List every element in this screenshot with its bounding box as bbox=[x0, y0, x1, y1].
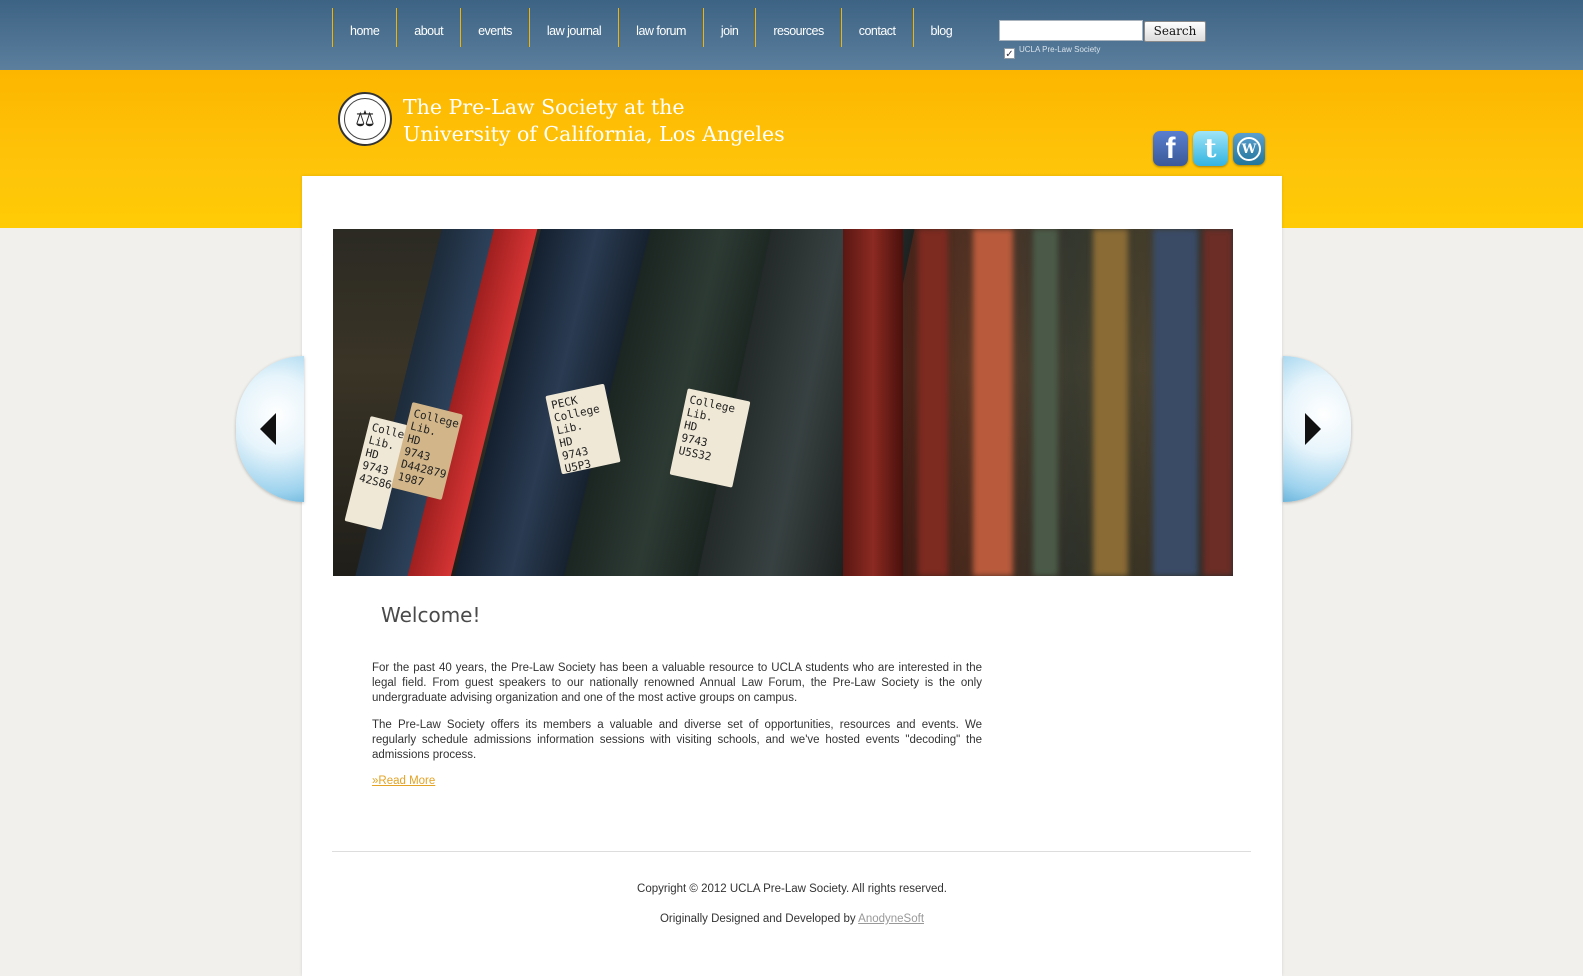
nav-item-join[interactable]: join bbox=[702, 8, 755, 47]
search-button[interactable]: Search bbox=[1144, 21, 1206, 42]
arrow-right-icon bbox=[1305, 413, 1321, 445]
background-book bbox=[918, 229, 948, 576]
site-search-label: UCLA Pre-Law Society bbox=[1019, 45, 1101, 54]
shelf-edge bbox=[843, 229, 903, 576]
background-book bbox=[1033, 229, 1058, 576]
credit-prefix: Originally Designed and Developed by bbox=[659, 913, 859, 925]
nav-item-blog[interactable]: blog bbox=[912, 8, 970, 47]
background-book bbox=[1203, 229, 1233, 576]
nav-item-law-forum[interactable]: law forum bbox=[618, 8, 703, 47]
scales-icon: ⚖ bbox=[344, 98, 386, 140]
arrow-left-icon bbox=[260, 413, 276, 445]
nav-item-contact[interactable]: contact bbox=[840, 8, 913, 47]
nav-item-events[interactable]: events bbox=[460, 8, 529, 47]
slideshow-next-button[interactable] bbox=[1283, 356, 1351, 502]
nav-item-about[interactable]: about bbox=[396, 8, 460, 47]
background-book bbox=[1153, 229, 1198, 576]
credit-text: Originally Designed and Developed by Ano… bbox=[302, 913, 1282, 925]
facebook-icon[interactable]: f bbox=[1153, 131, 1188, 166]
main-nav: home about events law journal law forum … bbox=[332, 8, 969, 47]
offerings-paragraph: The Pre-Law Society offers its members a… bbox=[372, 719, 982, 761]
top-nav-bar: home about events law journal law forum … bbox=[0, 0, 1583, 70]
society-seal-logo: ⚖ bbox=[338, 92, 392, 146]
site-search-checkbox[interactable]: ✓ bbox=[1004, 48, 1015, 60]
footer-divider bbox=[332, 851, 1251, 852]
background-book bbox=[973, 229, 1013, 576]
twitter-icon[interactable]: t bbox=[1193, 131, 1228, 166]
welcome-heading: Welcome! bbox=[381, 603, 481, 627]
read-more-link[interactable]: »Read More bbox=[372, 775, 435, 787]
nav-item-law-journal[interactable]: law journal bbox=[528, 8, 618, 47]
nav-item-resources[interactable]: resources bbox=[755, 8, 840, 47]
background-book bbox=[1093, 229, 1128, 576]
site-title-line1: The Pre-Law Society at the bbox=[403, 95, 685, 119]
site-title: The Pre-Law Society at the University of… bbox=[403, 94, 785, 148]
wordpress-glyph: W bbox=[1237, 137, 1261, 161]
wordpress-icon[interactable]: W bbox=[1233, 133, 1265, 165]
slideshow-prev-button[interactable] bbox=[236, 356, 304, 502]
anodynesoft-link[interactable]: AnodyneSoft bbox=[858, 913, 924, 925]
site-title-line2: University of California, Los Angeles bbox=[403, 122, 785, 146]
nav-item-home[interactable]: home bbox=[332, 8, 396, 47]
copyright-text: Copyright © 2012 UCLA Pre-Law Society. A… bbox=[637, 883, 947, 895]
search-input[interactable] bbox=[999, 20, 1143, 41]
intro-paragraph: For the past 40 years, the Pre-Law Socie… bbox=[372, 662, 982, 704]
slideshow-image: College Lib. HD 9743 42S86 College Lib. … bbox=[333, 229, 1233, 576]
